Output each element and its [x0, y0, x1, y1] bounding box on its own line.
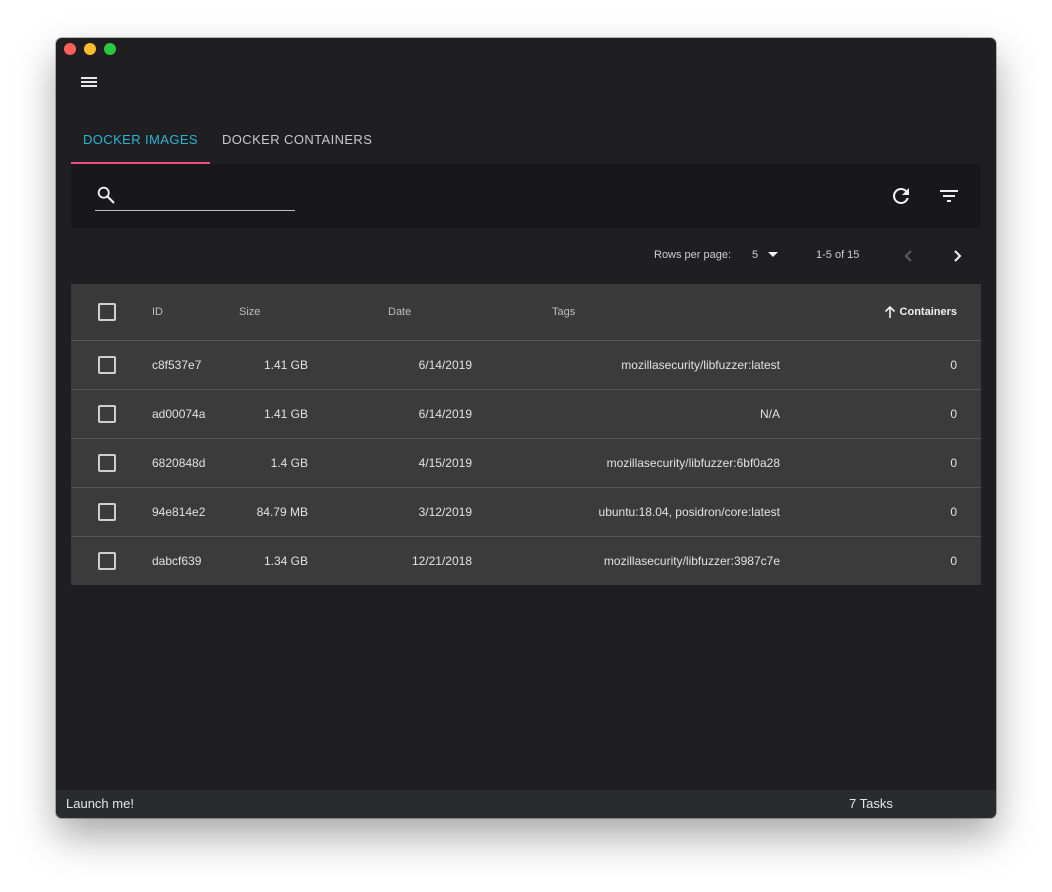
cell-tags: mozillasecurity/libfuzzer:6bf0a28 [606, 456, 780, 470]
filter-icon[interactable] [937, 184, 961, 208]
tab-docker-containers[interactable]: DOCKER CONTAINERS [210, 120, 384, 162]
cell-containers: 0 [950, 505, 957, 519]
table-row[interactable]: dabcf639 1.34 GB 12/21/2018 mozillasecur… [71, 537, 981, 585]
cell-date: 4/15/2019 [418, 456, 472, 470]
header-tags[interactable]: Tags [552, 306, 575, 318]
row-checkbox[interactable] [98, 503, 116, 521]
cell-containers: 0 [950, 358, 957, 372]
table-row[interactable]: 6820848d 1.4 GB 4/15/2019 mozillasecurit… [71, 439, 981, 488]
cell-size: 1.34 GB [263, 554, 308, 568]
table-row[interactable]: ad00074a 1.41 GB 6/14/2019 N/A 0 [71, 390, 981, 439]
search-field [95, 182, 297, 211]
cell-id: dabcf639 [152, 554, 202, 568]
refresh-icon[interactable] [889, 184, 913, 208]
title-bar [56, 38, 996, 60]
cell-id: 94e814e2 [152, 505, 206, 519]
row-checkbox[interactable] [98, 454, 116, 472]
table-header: ID Size Date Tags Containers [71, 284, 981, 341]
menu-icon[interactable] [78, 72, 100, 92]
tasks-indicator[interactable]: 7 Tasks [849, 796, 893, 811]
cell-containers: 0 [950, 456, 957, 470]
cell-tags: mozillasecurity/libfuzzer:latest [621, 358, 780, 372]
cell-size: 84.79 MB [256, 505, 308, 519]
page-range: 1-5 of 15 [816, 249, 860, 261]
cell-tags: ubuntu:18.04, posidron/core:latest [598, 505, 780, 519]
cell-date: 12/21/2018 [411, 554, 472, 568]
minimize-window-button[interactable] [84, 43, 96, 55]
cell-date: 6/14/2019 [418, 358, 472, 372]
tab-bar: DOCKER IMAGES DOCKER CONTAINERS [71, 120, 384, 164]
cell-size: 1.4 GB [270, 456, 308, 470]
row-checkbox[interactable] [98, 405, 116, 423]
cell-containers: 0 [950, 407, 957, 421]
search-icon [97, 186, 115, 204]
status-bar: Launch me! 7 Tasks [56, 790, 996, 818]
rows-per-page-select[interactable]: 5 [752, 249, 758, 261]
header-date[interactable]: Date [388, 306, 411, 318]
app-window: DOCKER IMAGES DOCKER CONTAINERS Rows per… [56, 38, 996, 818]
arrow-up-icon[interactable] [883, 305, 897, 319]
table-row[interactable]: 94e814e2 84.79 MB 3/12/2019 ubuntu:18.04… [71, 488, 981, 537]
launch-button[interactable]: Launch me! [66, 796, 134, 811]
header-containers[interactable]: Containers [900, 306, 957, 318]
caret-down-icon[interactable] [767, 250, 779, 260]
select-all-checkbox[interactable] [98, 303, 116, 321]
chevron-left-icon[interactable] [897, 244, 921, 268]
cell-id: 6820848d [152, 456, 206, 470]
header-size[interactable]: Size [239, 306, 260, 318]
cell-size: 1.41 GB [263, 358, 308, 372]
cell-date: 3/12/2019 [418, 505, 472, 519]
images-table: ID Size Date Tags Containers c8f537e7 1.… [71, 284, 981, 585]
cell-id: c8f537e7 [152, 358, 202, 372]
maximize-window-button[interactable] [104, 43, 116, 55]
tab-docker-images[interactable]: DOCKER IMAGES [71, 120, 210, 164]
pagination-bar: Rows per page: 5 1-5 of 15 [71, 238, 981, 274]
close-window-button[interactable] [64, 43, 76, 55]
cell-size: 1.41 GB [263, 407, 308, 421]
search-input[interactable] [123, 182, 297, 210]
cell-containers: 0 [950, 554, 957, 568]
cell-date: 6/14/2019 [418, 407, 472, 421]
header-id[interactable]: ID [152, 306, 163, 318]
cell-tags: mozillasecurity/libfuzzer:3987c7e [603, 554, 780, 568]
row-checkbox[interactable] [98, 356, 116, 374]
table-row[interactable]: c8f537e7 1.41 GB 6/14/2019 mozillasecuri… [71, 341, 981, 390]
rows-per-page-label: Rows per page: [654, 249, 732, 261]
cell-tags: N/A [759, 407, 780, 421]
chevron-right-icon[interactable] [945, 244, 969, 268]
table-toolbar [71, 164, 981, 228]
row-checkbox[interactable] [98, 552, 116, 570]
cell-id: ad00074a [152, 407, 206, 421]
